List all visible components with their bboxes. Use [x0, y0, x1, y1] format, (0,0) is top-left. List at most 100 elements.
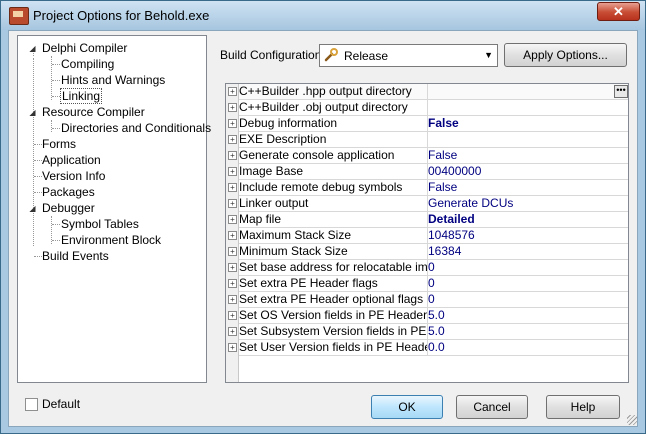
- table-row[interactable]: + Debug information False: [226, 116, 628, 132]
- expand-icon[interactable]: +: [228, 199, 237, 208]
- table-row[interactable]: + Set extra PE Header optional flags 0: [226, 292, 628, 308]
- expand-icon[interactable]: +: [228, 295, 237, 304]
- option-value[interactable]: [428, 100, 628, 116]
- option-name: Maximum Stack Size: [239, 228, 428, 244]
- tree-item-version-info[interactable]: Version Info: [42, 168, 105, 184]
- table-row[interactable]: + C++Builder .hpp output directory •••: [226, 84, 628, 100]
- table-row[interactable]: + C++Builder .obj output directory: [226, 100, 628, 116]
- tree-item-label: Symbol Tables: [61, 217, 139, 231]
- expand-icon[interactable]: +: [228, 311, 237, 320]
- expand-icon[interactable]: +: [228, 263, 237, 272]
- option-value[interactable]: Generate DCUs: [428, 196, 628, 212]
- expand-icon[interactable]: +: [228, 215, 237, 224]
- tree-item-label: Delphi Compiler: [42, 41, 128, 55]
- wrench-icon: [324, 48, 338, 62]
- expand-icon[interactable]: +: [228, 119, 237, 128]
- table-row[interactable]: + Generate console application False: [226, 148, 628, 164]
- table-row[interactable]: + Set Subsystem Version fields in PE Hea…: [226, 324, 628, 340]
- tree-item-directories-and-conditionals[interactable]: Directories and Conditionals: [61, 120, 211, 136]
- option-value[interactable]: False: [428, 148, 628, 164]
- option-name: Minimum Stack Size: [239, 244, 428, 260]
- tree-item-packages[interactable]: Packages: [42, 184, 95, 200]
- tree-item-label: Hints and Warnings: [61, 73, 166, 87]
- options-tree[interactable]: ◢ Delphi Compiler Compiling Hints and Wa…: [17, 35, 211, 383]
- option-value[interactable]: [428, 132, 628, 148]
- table-row[interactable]: + Maximum Stack Size 1048576: [226, 228, 628, 244]
- tree-item-label: Debugger: [42, 201, 95, 215]
- expand-icon[interactable]: +: [228, 151, 237, 160]
- expand-icon[interactable]: +: [228, 103, 237, 112]
- option-value[interactable]: 0.0: [428, 340, 628, 356]
- default-checkbox[interactable]: [25, 398, 38, 411]
- expand-icon[interactable]: +: [228, 327, 237, 336]
- tree-item-application[interactable]: Application: [42, 152, 101, 168]
- expand-icon[interactable]: +: [228, 247, 237, 256]
- tree-item-label: Version Info: [42, 169, 106, 183]
- table-row[interactable]: + Linker output Generate DCUs: [226, 196, 628, 212]
- option-value[interactable]: False: [428, 116, 628, 132]
- build-configuration-value: Release: [344, 49, 389, 63]
- tree-item-build-events[interactable]: Build Events: [42, 248, 109, 264]
- option-value[interactable]: 5.0: [428, 308, 628, 324]
- resize-grip[interactable]: [627, 415, 637, 425]
- project-options-dialog: Project Options for Behold.exe ✕ ◢ Delph…: [0, 0, 646, 434]
- tree-item-linking[interactable]: Linking: [60, 88, 103, 104]
- option-value[interactable]: [428, 84, 628, 100]
- option-name: C++Builder .obj output directory: [239, 100, 428, 116]
- option-name: Debug information: [239, 116, 428, 132]
- option-value[interactable]: 1048576: [428, 228, 628, 244]
- apply-options-button[interactable]: Apply Options...: [504, 43, 627, 67]
- collapse-icon[interactable]: ◢: [28, 44, 37, 53]
- option-name: Linker output: [239, 196, 428, 212]
- dialog-client-area: ◢ Delphi Compiler Compiling Hints and Wa…: [8, 30, 638, 427]
- browse-ellipsis-button[interactable]: •••: [614, 85, 628, 98]
- table-row[interactable]: + EXE Description: [226, 132, 628, 148]
- build-configuration-select[interactable]: Release ▼: [319, 44, 498, 67]
- option-value[interactable]: 0: [428, 276, 628, 292]
- app-icon: [9, 7, 29, 25]
- table-row[interactable]: + Set OS Version fields in PE Header as …: [226, 308, 628, 324]
- expand-icon[interactable]: +: [228, 87, 237, 96]
- option-value[interactable]: 00400000: [428, 164, 628, 180]
- tree-item-compiling[interactable]: Compiling: [61, 56, 114, 72]
- option-value[interactable]: 16384: [428, 244, 628, 260]
- tree-item-label: Packages: [42, 185, 95, 199]
- help-button[interactable]: Help: [546, 395, 620, 419]
- option-value[interactable]: 5.0: [428, 324, 628, 340]
- collapse-icon[interactable]: ◢: [28, 204, 37, 213]
- table-row[interactable]: + Include remote debug symbols False: [226, 180, 628, 196]
- option-name: Image Base: [239, 164, 428, 180]
- expand-icon[interactable]: +: [228, 231, 237, 240]
- table-row[interactable]: + Image Base 00400000: [226, 164, 628, 180]
- ok-button[interactable]: OK: [371, 395, 443, 419]
- table-row[interactable]: + Set User Version fields in PE Header a…: [226, 340, 628, 356]
- tree-item-label: Resource Compiler: [42, 105, 145, 119]
- default-checkbox-label: Default: [42, 397, 81, 411]
- expand-icon[interactable]: +: [228, 183, 237, 192]
- collapse-icon[interactable]: ◢: [28, 108, 37, 117]
- tree-item-label: Directories and Conditionals: [61, 121, 212, 135]
- expand-icon[interactable]: +: [228, 279, 237, 288]
- build-configuration-label: Build Configuration: [220, 48, 322, 62]
- close-icon: ✕: [613, 4, 624, 19]
- option-value[interactable]: Detailed: [428, 212, 628, 228]
- option-value[interactable]: 0: [428, 292, 628, 308]
- table-row[interactable]: + Map file Detailed: [226, 212, 628, 228]
- tree-item-environment-block[interactable]: Environment Block: [61, 232, 161, 248]
- option-value[interactable]: 0: [428, 260, 628, 276]
- tree-item-hints-and-warnings[interactable]: Hints and Warnings: [61, 72, 165, 88]
- cancel-button[interactable]: Cancel: [456, 395, 528, 419]
- expand-icon[interactable]: +: [228, 167, 237, 176]
- option-name: Set Subsystem Version fields in PE Heade…: [239, 324, 428, 340]
- option-name: Set base address for relocatable image: [239, 260, 428, 276]
- expand-icon[interactable]: +: [228, 343, 237, 352]
- close-button[interactable]: ✕: [597, 2, 640, 21]
- option-value[interactable]: False: [428, 180, 628, 196]
- expand-icon[interactable]: +: [228, 135, 237, 144]
- table-row[interactable]: + Set base address for relocatable image…: [226, 260, 628, 276]
- options-property-grid[interactable]: + C++Builder .hpp output directory ••• +…: [225, 83, 629, 383]
- tree-item-forms[interactable]: Forms: [42, 136, 76, 152]
- table-row[interactable]: + Minimum Stack Size 16384: [226, 244, 628, 260]
- table-row[interactable]: + Set extra PE Header flags 0: [226, 276, 628, 292]
- tree-item-symbol-tables[interactable]: Symbol Tables: [61, 216, 139, 232]
